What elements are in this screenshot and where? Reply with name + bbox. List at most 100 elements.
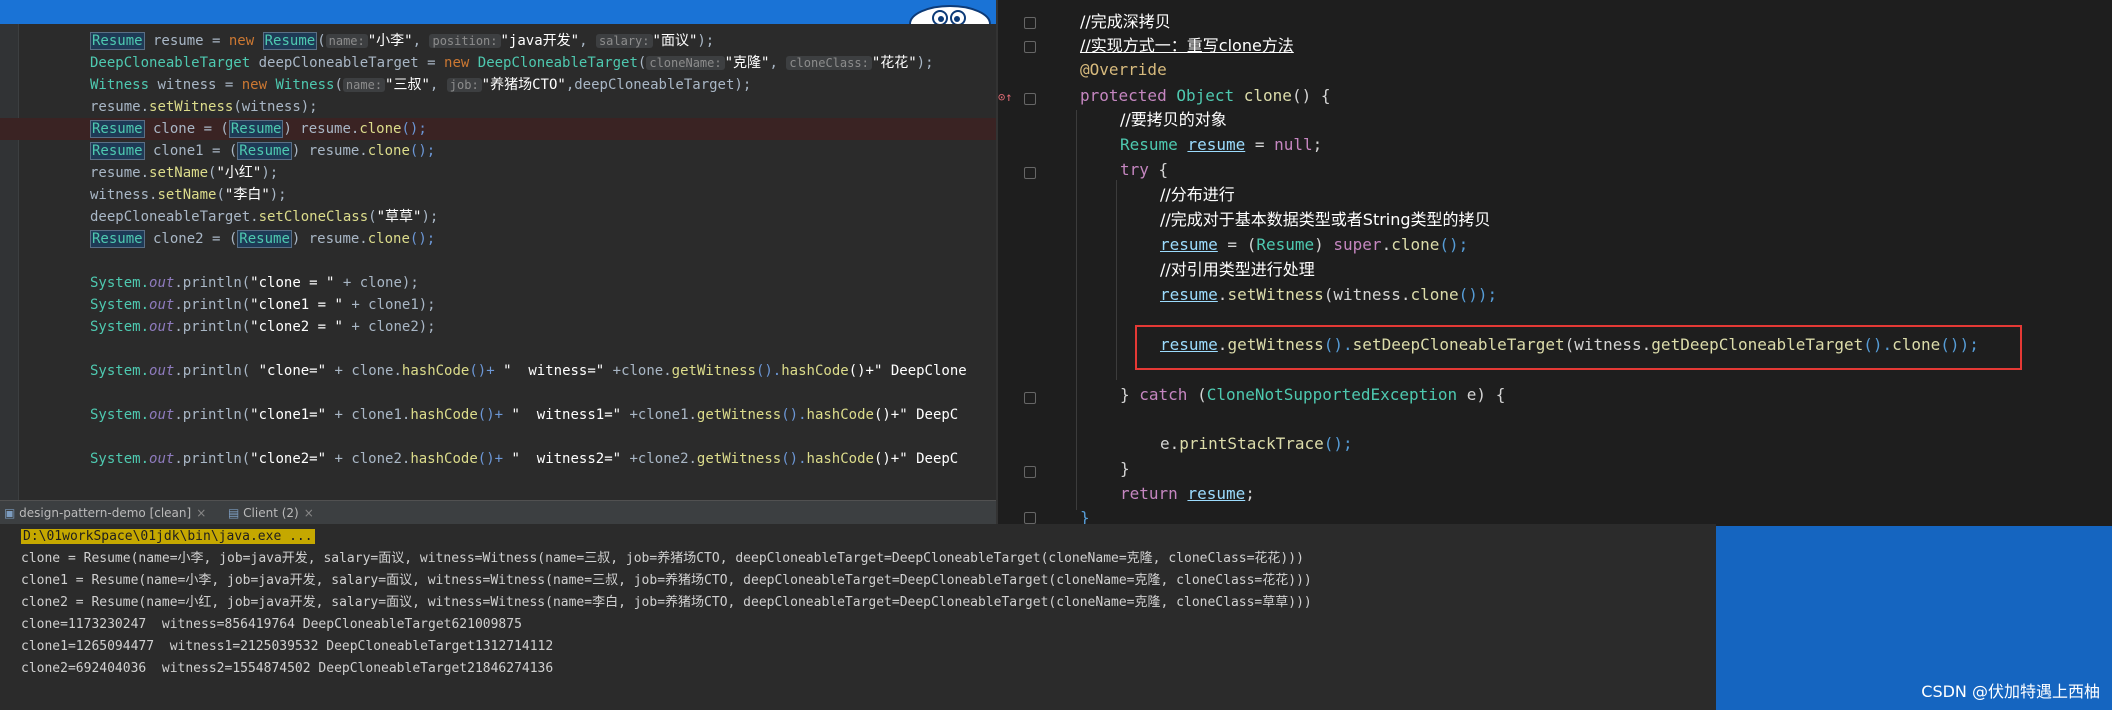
code-text: e. (1160, 434, 1180, 453)
param-hint: cloneName: (646, 56, 725, 70)
annotation-line[interactable]: @Override (1080, 58, 1167, 82)
code-line[interactable]: e.printStackTrace(); (1160, 432, 1353, 456)
tab-design-pattern-demo[interactable]: ▣ design-pattern-demo [clean] × (4, 504, 206, 522)
comment-line[interactable]: //完成深拷贝 (1080, 10, 1171, 34)
string-literal: "clone2 = " (250, 319, 343, 335)
code-text: ) resume. (291, 231, 368, 247)
type-token: Resume (228, 120, 284, 138)
right-code-editor[interactable]: ⊙↑ //完成深拷贝 //实现方式一：重写clone方法 @Override p… (996, 0, 2112, 526)
code-text: , (412, 33, 430, 49)
static-field: out (149, 275, 175, 291)
string-literal: " witness1=" (511, 407, 622, 423)
code-text: clone = ( (144, 121, 229, 137)
code-line[interactable]: resume = (Resume) super.clone(); (1160, 233, 1468, 257)
comment-line[interactable]: //要拷贝的对象 (1120, 108, 1227, 132)
code-line-6[interactable]: Resume clone1 = (Resume) resume.clone(); (90, 140, 435, 162)
code-text: .println( (174, 297, 251, 313)
method-name: clone (367, 231, 410, 247)
code-text: ); (916, 55, 934, 71)
string-literal: ()+" DeepC (873, 451, 959, 467)
method-name: setWitness (149, 99, 234, 115)
code-line[interactable]: } catch (CloneNotSupportedException e) { (1120, 383, 1505, 407)
console-line: clone2=692404036 witness2=1554874502 Dee… (21, 661, 554, 676)
code-text: + clone1. (326, 407, 411, 423)
fold-icon[interactable] (1024, 93, 1036, 105)
code-line[interactable]: resume.setWitness(witness.clone()); (1160, 283, 1497, 307)
code-line-11[interactable]: System.out.println("clone = " + clone); (90, 272, 419, 294)
string-literal: "小李" (367, 33, 413, 49)
code-line-10[interactable]: Resume clone2 = (Resume) resume.clone(); (90, 228, 435, 250)
code-line-5[interactable]: Resume clone = (Resume) resume.clone(); (90, 118, 427, 140)
code-text: e) { (1457, 385, 1506, 404)
code-line-2[interactable]: DeepCloneableTarget deepCloneableTarget … (90, 52, 934, 74)
code-text: resume = (144, 33, 229, 49)
code-line-9[interactable]: deepCloneableTarget.setCloneClass("草草"); (90, 206, 438, 228)
static-field: out (149, 407, 175, 423)
param-hint: cloneClass: (786, 56, 872, 70)
string-literal: "java开发" (500, 33, 580, 49)
fold-icon[interactable] (1024, 392, 1036, 404)
fold-icon[interactable] (1024, 41, 1036, 53)
code-line-12[interactable]: System.out.println("clone1 = " + clone1)… (90, 294, 436, 316)
code-line-7[interactable]: resume.setName("小红"); (90, 162, 278, 184)
code-text: + clone. (326, 363, 402, 379)
code-text: deepCloneableTarget = (250, 55, 445, 71)
code-line-16[interactable]: System.out.println("clone2=" + clone2.ha… (90, 448, 958, 470)
console-command-line: D:\01workSpace\01jdk\bin\java.exe ... (21, 526, 315, 547)
method-name: getWitness (671, 363, 756, 379)
method-signature[interactable]: protected Object clone() { (1080, 84, 1330, 108)
method-name: getWitness (696, 407, 782, 423)
comment: //分布进行 (1160, 185, 1235, 204)
close-icon[interactable]: × (304, 506, 314, 520)
code-text: resume. (90, 165, 150, 181)
param-hint: position: (429, 34, 501, 48)
console-output[interactable]: D:\01workSpace\01jdk\bin\java.exe ... cl… (0, 524, 1716, 710)
code-line[interactable]: } (1120, 457, 1130, 481)
run-icon: ▣ (4, 506, 20, 520)
code-text: .println( (174, 275, 251, 291)
variable: resume (1187, 135, 1246, 154)
code-line-1[interactable]: Resume resume = new Resume(name: "小李", po… (90, 30, 714, 52)
code-line-15[interactable]: System.out.println("clone1=" + clone1.ha… (90, 404, 958, 426)
comment-line[interactable]: //完成对于基本数据类型或者String类型的拷贝 (1160, 208, 1491, 232)
override-marker-icon[interactable]: ⊙↑ (998, 90, 1012, 104)
code-line[interactable]: return resume; (1120, 482, 1255, 506)
code-line[interactable]: Resume resume = null; (1120, 133, 1322, 157)
code-line-14[interactable]: System.out.println( "clone=" + clone.has… (90, 360, 967, 382)
code-text: } (1120, 459, 1130, 478)
string-literal: "养猪场CTO" (481, 77, 566, 93)
code-line-13[interactable]: System.out.println("clone2 = " + clone2)… (90, 316, 436, 338)
code-text: + clone1); (342, 297, 436, 313)
left-code-editor[interactable]: Resume resume = new Resume(name: "小李", po… (0, 24, 996, 500)
type-token: CloneNotSupportedException (1206, 385, 1458, 404)
code-text: .println( (174, 319, 251, 335)
type-token: System. (90, 363, 150, 379)
desktop-strip (0, 0, 996, 24)
code-text: . (1381, 235, 1392, 254)
code-text: ()+ (477, 451, 512, 467)
keyword: new (228, 33, 255, 49)
code-line-3[interactable]: Witness witness = new Witness(name: "三叔",… (90, 74, 751, 96)
fold-icon[interactable] (1024, 466, 1036, 478)
indent-guide (1076, 110, 1077, 510)
keyword: catch (1139, 385, 1188, 404)
code-line-8[interactable]: witness.setName("李白"); (90, 184, 287, 206)
fold-icon[interactable] (1024, 512, 1036, 524)
fold-icon[interactable] (1024, 167, 1036, 179)
string-literal: "面议" (652, 33, 698, 49)
method-name: clone (1391, 235, 1440, 254)
tab-client[interactable]: ▤ Client (2) × (228, 504, 314, 522)
type-token: System. (90, 297, 150, 313)
comment-line[interactable]: //对引用类型进行处理 (1160, 258, 1315, 282)
code-line[interactable]: } (1080, 506, 1090, 526)
comment-line[interactable]: //分布进行 (1160, 183, 1235, 207)
code-line[interactable]: try { (1120, 158, 1168, 182)
fold-icon[interactable] (1024, 17, 1036, 29)
code-text: +clone1. (621, 407, 697, 423)
comment-line[interactable]: //实现方式一：重写clone方法 (1080, 34, 1294, 58)
type-token: System. (90, 275, 150, 291)
code-line-4[interactable]: resume.setWitness(witness); (90, 96, 318, 118)
close-icon[interactable]: × (196, 506, 206, 520)
